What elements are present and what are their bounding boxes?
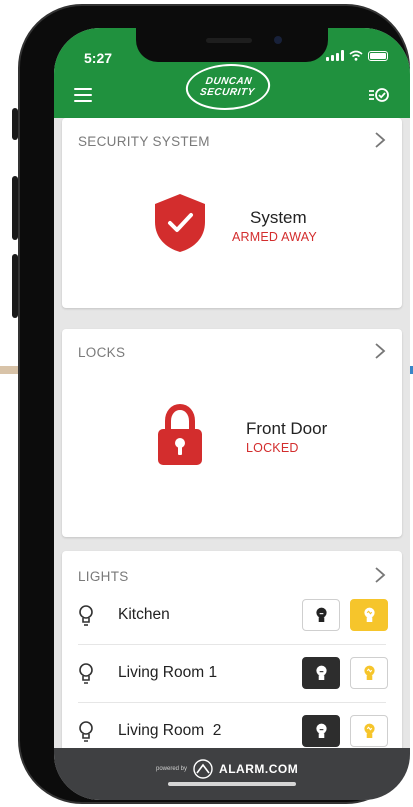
- duncan-security-logo: DUNCAN SECURITY: [182, 64, 274, 110]
- light-name: Kitchen: [118, 606, 170, 623]
- lock-device-status: LOCKED: [246, 441, 299, 455]
- home-indicator[interactable]: [168, 782, 296, 786]
- lock-device-name: Front Door: [246, 419, 328, 438]
- security-device-status: ARMED AWAY: [232, 230, 317, 244]
- alarm-logo-icon: [193, 759, 213, 779]
- front-camera: [274, 36, 282, 44]
- bulb-icon: [79, 605, 93, 626]
- light-off-icon: [315, 665, 327, 680]
- light-on-icon: [363, 723, 375, 738]
- light-row: Kitchen: [78, 587, 388, 645]
- locks-card[interactable]: LOCKS Front Door LOCKED: [62, 329, 402, 537]
- checklist-icon[interactable]: [368, 86, 390, 104]
- powered-by-footer: powered by ALARM.COM: [54, 748, 410, 800]
- light-row: Living Room 1: [78, 645, 388, 703]
- light-on-icon: [363, 607, 375, 622]
- light-on-button[interactable]: [350, 715, 388, 747]
- light-name: Living Room 2: [118, 722, 222, 739]
- logo-line2: SECURITY: [199, 87, 256, 98]
- battery-icon: [368, 51, 388, 61]
- light-off-icon: [315, 723, 327, 738]
- light-off-button[interactable]: [302, 715, 340, 747]
- powered-by-label: powered by: [156, 766, 188, 772]
- speaker-grille: [206, 38, 252, 43]
- light-on-button[interactable]: [350, 657, 388, 689]
- chevron-right-icon[interactable]: [372, 130, 388, 150]
- phone-screen: 5:27 DUNCAN SECURITY SECURITY SYSTEM Sys…: [54, 28, 410, 800]
- light-off-button[interactable]: [302, 599, 340, 631]
- light-on-button[interactable]: [350, 599, 388, 631]
- powered-by-brand: ALARM.COM: [219, 762, 299, 776]
- shield-check-icon: [155, 194, 205, 252]
- lights-card: LIGHTS Kitchen Living Room 1 Living Room…: [62, 551, 402, 781]
- locks-title: LOCKS: [78, 345, 126, 360]
- chevron-right-icon[interactable]: [372, 341, 388, 361]
- logo-line1: DUNCAN: [204, 76, 253, 87]
- menu-icon[interactable]: [74, 88, 92, 102]
- phone-frame: 5:27 DUNCAN SECURITY SECURITY SYSTEM Sys…: [18, 4, 410, 804]
- padlock-icon: [158, 403, 202, 465]
- status-time: 5:27: [84, 50, 113, 66]
- signal-icon: [326, 50, 344, 61]
- light-on-icon: [363, 665, 375, 680]
- security-system-title: SECURITY SYSTEM: [78, 134, 210, 149]
- lights-title: LIGHTS: [78, 569, 129, 584]
- security-device-name: System: [250, 208, 307, 227]
- status-icons: [326, 50, 388, 61]
- phone-notch: [136, 28, 328, 62]
- bulb-icon: [79, 663, 93, 684]
- light-off-icon: [315, 607, 327, 622]
- security-system-card[interactable]: SECURITY SYSTEM System ARMED AWAY: [62, 118, 402, 308]
- chevron-right-icon[interactable]: [372, 565, 388, 585]
- powered-by: powered by ALARM.COM: [156, 759, 298, 779]
- light-name: Living Room 1: [118, 664, 218, 681]
- bulb-icon: [79, 721, 93, 742]
- wifi-icon: [349, 50, 363, 61]
- light-off-button[interactable]: [302, 657, 340, 689]
